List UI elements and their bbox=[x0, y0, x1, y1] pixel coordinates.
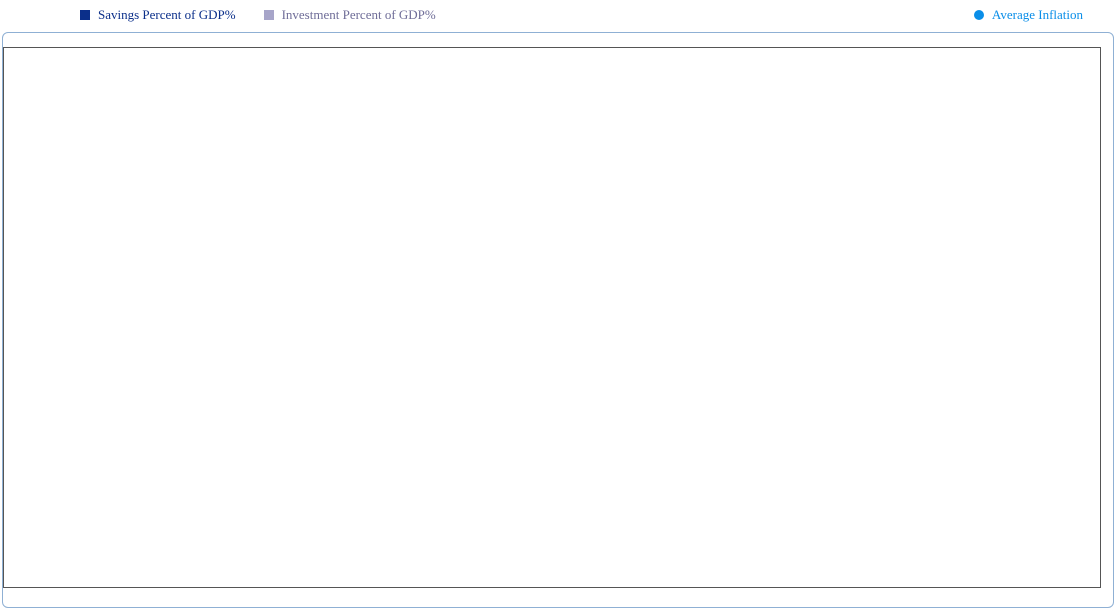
chart-root: Savings Percent of GDP% Investment Perce… bbox=[0, 0, 1116, 612]
legend-swatch-average-inflation bbox=[973, 10, 984, 20]
legend-label-average-inflation: Average Inflation bbox=[991, 7, 1083, 22]
legend-label-savings: Savings Percent of GDP% bbox=[98, 7, 236, 22]
legend-swatch-investment bbox=[263, 10, 274, 20]
legend: Savings Percent of GDP% Investment Perce… bbox=[80, 6, 436, 24]
legend-item-investment[interactable]: Investment Percent of GDP% bbox=[263, 7, 436, 23]
legend-label-investment: Investment Percent of GDP% bbox=[281, 7, 436, 22]
plot-area bbox=[3, 47, 1101, 588]
legend-item-average-inflation[interactable]: Average Inflation bbox=[973, 7, 1083, 23]
legend-item-savings[interactable]: Savings Percent of GDP% bbox=[80, 7, 236, 23]
legend-swatch-savings bbox=[80, 10, 90, 20]
legend-secondary: Average Inflation bbox=[973, 6, 1083, 24]
plot-svg bbox=[4, 48, 1100, 587]
